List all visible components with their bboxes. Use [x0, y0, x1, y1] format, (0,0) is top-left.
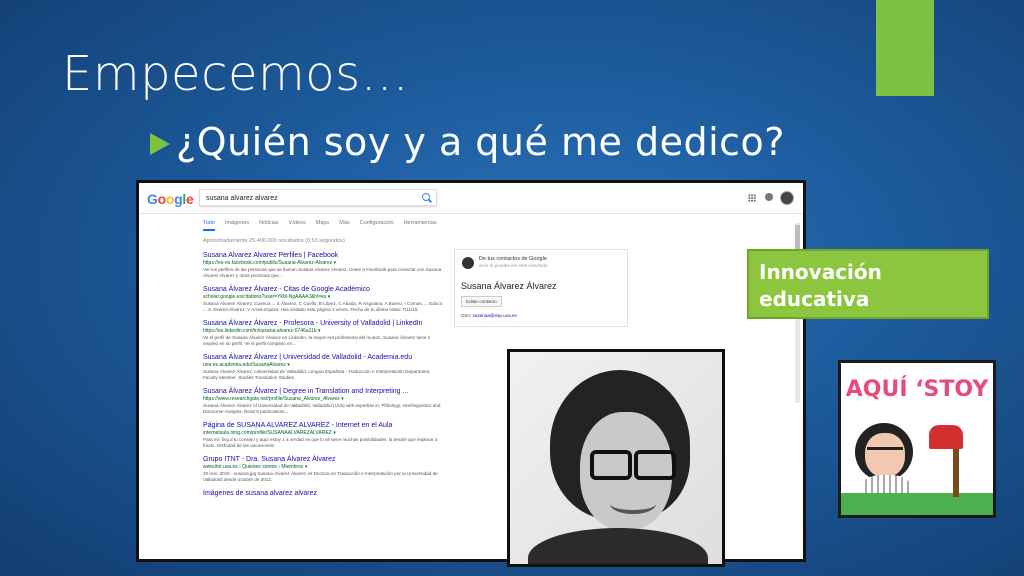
sticker-text: AQUÍ ‘STOY	[845, 377, 989, 402]
result-count: Aproximadamente 25.400.000 resultados (0…	[203, 238, 345, 244]
search-results: Susana Alvarez Alvarez Perfiles | Facebo…	[203, 251, 443, 504]
result-title-link[interactable]: Imágenes de susana alvarez alvarez	[203, 489, 443, 498]
result-snippet: Susana Álvarez Álvarez of Universidad de…	[203, 403, 441, 414]
result-title-link[interactable]: Susana Alvarez Alvarez Perfiles | Facebo…	[203, 251, 443, 260]
result-title-link[interactable]: Página de SUSANA ALVAREZ ALVAREZ - Inter…	[203, 421, 443, 430]
result-url: https://es.linkedin.com/in/susana-alvare…	[203, 328, 321, 334]
google-header: Google susana alvarez alvarez	[139, 183, 803, 214]
panel-note: Solo tú puedes ver este resultado	[479, 263, 548, 268]
result-snippet: Ver los perfiles de las personas que se …	[203, 267, 442, 278]
result-snippet: 20 ene. 2015 - susana.jpg Susana Álvarez…	[203, 471, 438, 482]
search-tabs: Todo Imágenes Noticias Vídeos Maps Más C…	[203, 220, 437, 231]
tab-imagenes[interactable]: Imágenes	[225, 220, 249, 231]
tab-maps[interactable]: Maps	[316, 220, 329, 231]
apps-grid-icon[interactable]	[748, 194, 756, 202]
bullet-text: ¿Quién soy y a qué me dedico?	[176, 120, 785, 164]
mailbox-icon	[929, 425, 963, 449]
tab-noticias[interactable]: Noticias	[259, 220, 279, 231]
result-snippet: Susana Álvarez Álvarez. Cuenca ... S Álv…	[203, 301, 443, 312]
innovation-label: Innovación educativa	[747, 249, 989, 319]
result-url: https://es-es.facebook.com/public/Susana…	[203, 260, 337, 266]
tab-herramientas[interactable]: Herramientas	[404, 220, 437, 231]
contact-knowledge-panel: De tus contactos de Google Solo tú puede…	[454, 249, 628, 327]
bullet-item: ¿Quién soy y a qué me dedico?	[150, 120, 785, 164]
search-result: Imágenes de susana alvarez alvarez	[203, 489, 443, 498]
search-result: Susana Álvarez Álvarez | Degree in Trans…	[203, 387, 443, 415]
search-result: Susana Álvarez Álvarez - Profesora - Uni…	[203, 319, 443, 347]
edit-contact-button[interactable]: Editar contacto	[461, 296, 502, 307]
accent-bar	[876, 0, 934, 96]
tab-mas[interactable]: Más	[339, 220, 349, 231]
search-result: Página de SUSANA ALVAREZ ALVAREZ - Inter…	[203, 421, 443, 449]
panel-subtitle: De tus contactos de Google	[479, 256, 547, 262]
result-snippet: Ve el perfil de Susana Álvarez Álvarez e…	[203, 335, 431, 346]
search-result: Susana Alvarez Alvarez Perfiles | Facebo…	[203, 251, 443, 279]
search-icon[interactable]	[422, 193, 430, 201]
result-url: https://www.researchgate.net/profile/Sus…	[203, 396, 344, 402]
tab-videos[interactable]: Vídeos	[289, 220, 306, 231]
result-title-link[interactable]: Susana Álvarez Álvarez - Citas de Google…	[203, 285, 443, 294]
label-line-2: educativa	[759, 287, 870, 311]
bitmoji-sticker: AQUÍ ‘STOY	[838, 360, 996, 518]
email-link[interactable]: susanaa@esp.uva.es	[473, 313, 517, 318]
search-result: Susana Álvarez Álvarez | Universidad de …	[203, 353, 443, 381]
tab-todo[interactable]: Todo	[203, 220, 215, 231]
slide-title: Empecemos…	[62, 46, 410, 102]
tab-configuracion[interactable]: Configuración	[360, 220, 394, 231]
contact-email: Otro: susanaa@esp.uva.es	[461, 313, 517, 318]
contact-name: Susana Álvarez Álvarez	[461, 281, 557, 291]
search-query: susana alvarez alvarez	[206, 195, 278, 202]
result-url: internetaula.ning.com/profile/SUSANAALVA…	[203, 430, 336, 436]
bullet-arrow-icon	[150, 133, 170, 155]
google-logo[interactable]: Google	[147, 191, 194, 207]
notifications-icon[interactable]	[765, 193, 773, 201]
result-title-link[interactable]: Grupo ITNT - Dra. Susana Álvarez Álvarez	[203, 455, 443, 464]
account-avatar[interactable]	[780, 191, 794, 205]
contact-avatar	[462, 257, 474, 269]
search-result: Susana Álvarez Álvarez - Citas de Google…	[203, 285, 443, 313]
search-result: Grupo ITNT - Dra. Susana Álvarez Álvarez…	[203, 455, 443, 483]
result-url: www.itnt.uva.es › Quienes somos › Miembr…	[203, 464, 308, 470]
result-snippet: Para mí, ling.d tu consejo y aquí estoy …	[203, 437, 438, 448]
result-snippet: Susana Álvarez Álvarez, Universidad de V…	[203, 369, 431, 380]
result-title-link[interactable]: Susana Álvarez Álvarez | Universidad de …	[203, 353, 443, 362]
result-url: uva-es.academia.edu/SusanaAlvarez ▾	[203, 362, 290, 368]
profile-photo	[507, 349, 725, 567]
result-title-link[interactable]: Susana Álvarez Álvarez | Degree in Trans…	[203, 387, 443, 396]
result-title-link[interactable]: Susana Álvarez Álvarez - Profesora - Uni…	[203, 319, 443, 328]
label-line-1: Innovación	[759, 260, 882, 284]
result-url: scholar.google.es/citations?user=YkM-NgA…	[203, 294, 331, 300]
search-input[interactable]: susana alvarez alvarez	[199, 189, 437, 206]
